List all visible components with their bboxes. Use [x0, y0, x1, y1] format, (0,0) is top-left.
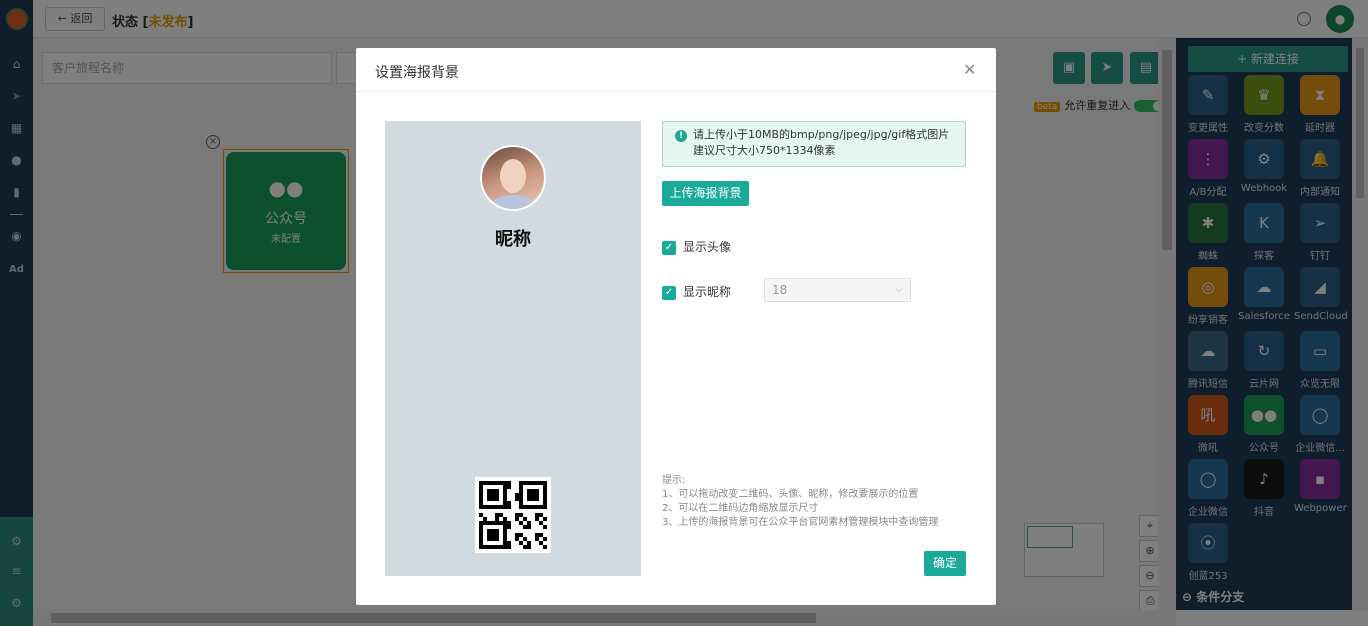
preview-nickname[interactable]: 昵称: [385, 225, 641, 251]
hints: 提示: 1、可以拖动改变二维码、头像、昵称，修改要展示的位置 2、可以在二维码边…: [662, 474, 938, 530]
hint-3: 3、上传的海报背景可在公众平台官网素材管理模块中查询管理: [662, 517, 939, 528]
poster-background-dialog: 设置海报背景 ✕ 昵称 ! 请上传小于10MB的bmp/png/jpeg/jpg…: [356, 48, 996, 605]
dialog-header: 设置海报背景 ✕: [356, 48, 996, 92]
hints-title: 提示:: [662, 475, 686, 486]
hint-2: 2、可以在二维码边角缩放显示尺寸: [662, 503, 819, 514]
show-nickname-checkbox[interactable]: ✓: [662, 285, 676, 300]
upload-tip: ! 请上传小于10MB的bmp/png/jpeg/jpg/gif格式图片 建议尺…: [662, 121, 966, 167]
close-icon[interactable]: ✕: [963, 60, 976, 79]
show-nickname-row: ✓ 显示昵称: [662, 283, 731, 300]
avatar[interactable]: [480, 145, 546, 211]
hint-1: 1、可以拖动改变二维码、头像、昵称，修改要展示的位置: [662, 489, 919, 500]
show-nickname-label: 显示昵称: [683, 285, 732, 299]
info-icon: !: [675, 130, 687, 142]
qr-pattern: [479, 481, 547, 549]
avatar-face: [500, 159, 526, 193]
tip-line-1: 请上传小于10MB的bmp/png/jpeg/jpg/gif格式图片: [693, 128, 950, 141]
chevron-down-icon: ⌵: [895, 284, 903, 295]
font-size-value: 18: [772, 283, 788, 297]
confirm-button[interactable]: 确定: [924, 551, 966, 576]
dialog-title: 设置海报背景: [375, 65, 459, 81]
upload-background-button[interactable]: 上传海报背景: [662, 181, 749, 206]
show-avatar-row: ✓ 显示头像: [662, 238, 731, 255]
show-avatar-label: 显示头像: [683, 240, 732, 254]
poster-preview[interactable]: 昵称: [385, 121, 641, 576]
show-avatar-checkbox[interactable]: ✓: [662, 240, 676, 255]
tip-line-2: 建议尺寸大小750*1334像素: [693, 144, 836, 157]
avatar-shirt: [492, 195, 534, 209]
font-size-select[interactable]: 18 ⌵: [764, 278, 911, 302]
qr-code[interactable]: [475, 477, 551, 553]
